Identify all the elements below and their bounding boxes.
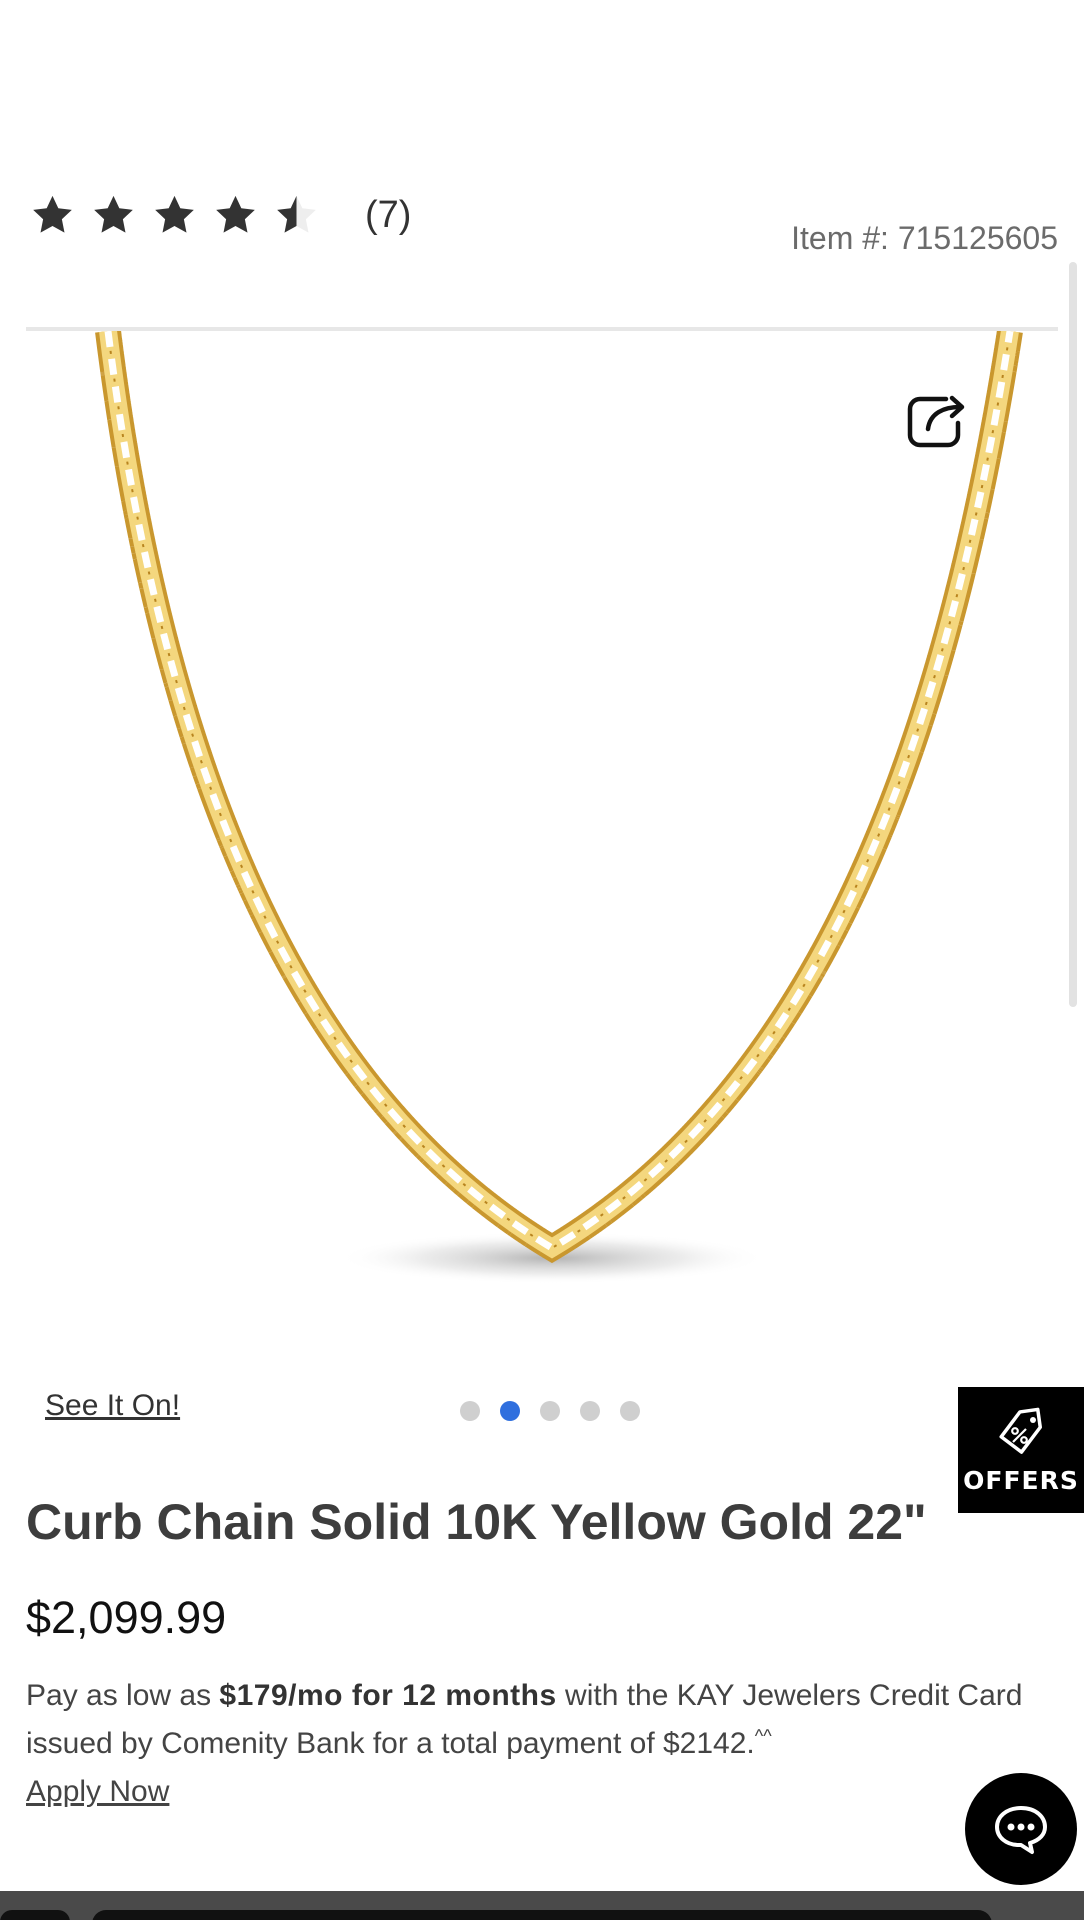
star-rating [30, 193, 319, 238]
financing-footnote: ^^ [754, 1726, 772, 1746]
star-icon [94, 195, 133, 233]
bottom-button-left[interactable] [0, 1910, 70, 1920]
add-to-cart-bar[interactable] [92, 1910, 992, 1920]
carousel-dot-5[interactable] [620, 1401, 640, 1421]
star-icon [33, 195, 72, 233]
item-number: Item #: 715125605 [791, 220, 1058, 256]
offers-button[interactable]: OFFERS [958, 1387, 1084, 1513]
star-icon [216, 195, 255, 233]
share-icon[interactable] [906, 393, 968, 451]
financing-highlight: $179/mo for 12 months [219, 1679, 557, 1712]
review-count[interactable]: (7) [365, 194, 411, 237]
half-star-icon [277, 195, 316, 233]
product-price: $2,099.99 [26, 1592, 227, 1643]
rating-row[interactable]: (7) [30, 190, 411, 240]
see-it-on-link[interactable]: See It On! [45, 1389, 180, 1423]
carousel-dot-2-active[interactable] [500, 1401, 520, 1421]
product-title: Curb Chain Solid 10K Yellow Gold 22" [26, 1494, 927, 1550]
chat-button[interactable] [965, 1773, 1077, 1885]
financing-text: Pay as low as $179/mo for 12 months with… [26, 1672, 1036, 1816]
apply-now-link[interactable]: Apply Now [26, 1768, 169, 1816]
carousel-dot-3[interactable] [540, 1401, 560, 1421]
offers-label: OFFERS [963, 1465, 1079, 1495]
carousel-dot-4[interactable] [580, 1401, 600, 1421]
tag-percent-icon [999, 1407, 1042, 1454]
financing-prefix: Pay as low as [26, 1679, 220, 1712]
gold-chain-necklace-image [95, 331, 1023, 1284]
chat-bubble-icon [995, 1806, 1047, 1854]
product-image[interactable] [0, 331, 1084, 1311]
carousel-dot-1[interactable] [460, 1401, 480, 1421]
carousel-dots [460, 1401, 640, 1421]
star-icon [155, 195, 194, 233]
